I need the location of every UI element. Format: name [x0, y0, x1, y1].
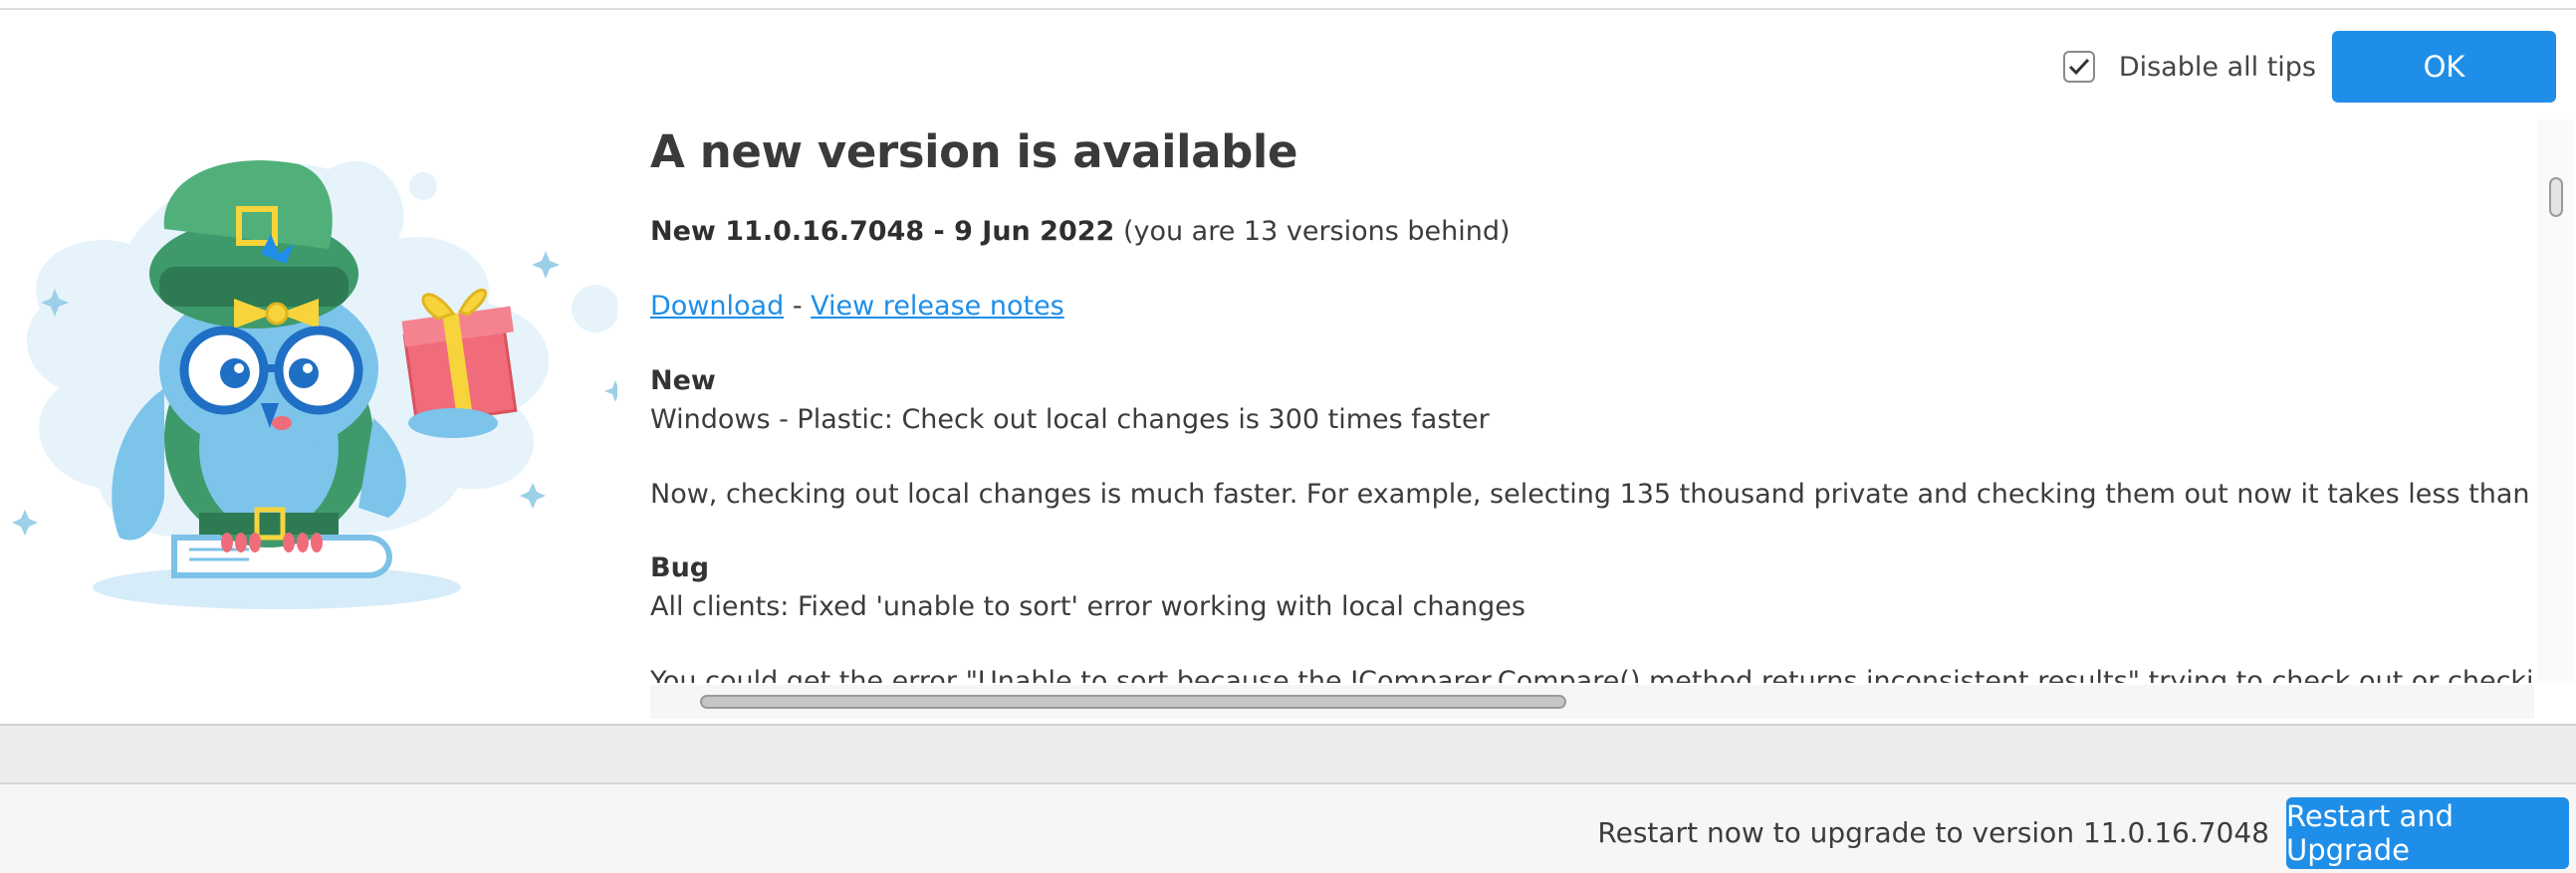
release-notes-link[interactable]: View release notes: [811, 291, 1064, 322]
links-row: Download - View release notes: [650, 287, 2534, 327]
disable-tips-checkbox[interactable]: [2062, 51, 2095, 83]
page-title: A new version is available: [650, 125, 1298, 178]
versions-behind-note: (you are 13 versions behind): [1122, 216, 1511, 247]
section-heading-bug: Bug: [650, 552, 710, 583]
top-divider: [0, 8, 2576, 10]
link-separator: -: [792, 291, 803, 322]
restart-message: Restart now to upgrade to version 11.0.1…: [1597, 816, 2269, 849]
vertical-scrollbar-thumb[interactable]: [2549, 177, 2563, 217]
horizontal-scrollbar-thumb[interactable]: [700, 695, 1566, 709]
download-link[interactable]: Download: [650, 291, 784, 322]
release-notes-panel[interactable]: A new version is available New 11.0.16.7…: [650, 119, 2534, 683]
version-info: New 11.0.16.7048 - 9 Jun 2022 (you are 1…: [650, 212, 2534, 252]
ok-button[interactable]: OK: [2332, 31, 2556, 103]
section-new-line: Windows - Plastic: Check out local chang…: [650, 404, 1490, 435]
checkmark-icon: [2068, 58, 2089, 76]
tips-bar: Disable all tips OK: [2062, 31, 2556, 103]
version-number: New 11.0.16.7048 - 9 Jun 2022: [650, 216, 1115, 247]
disable-tips-label: Disable all tips: [2118, 51, 2316, 83]
section-bug-detail: You could get the error "Unable to sort …: [650, 666, 2534, 683]
divider-band: [0, 724, 2576, 783]
release-notes-content: A new version is available New 11.0.16.7…: [650, 119, 2534, 683]
section-heading-new: New: [650, 365, 716, 396]
section-new-detail: Now, checking out local changes is much …: [650, 479, 2534, 510]
section-bug-line: All clients: Fixed 'unable to sort' erro…: [650, 591, 1525, 622]
owl-mascot-illustration: [0, 119, 626, 637]
upgrade-footer: Restart now to upgrade to version 11.0.1…: [0, 782, 2576, 873]
restart-and-upgrade-button[interactable]: Restart and Upgrade: [2286, 797, 2569, 869]
